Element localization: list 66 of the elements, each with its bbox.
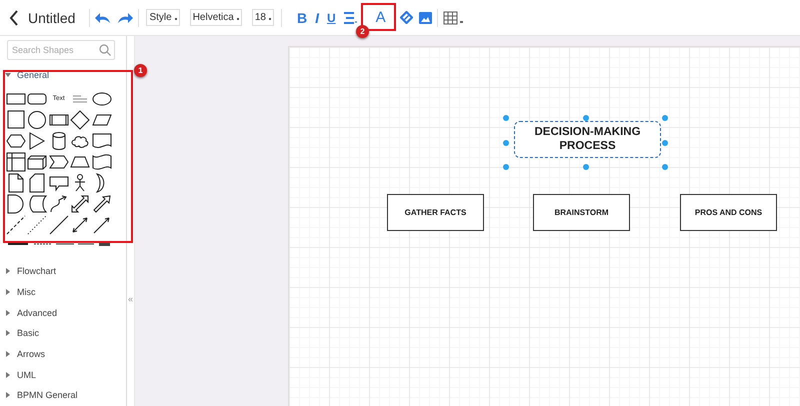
category-header[interactable]: UML [0, 364, 36, 386]
title-shape[interactable]: DECISION-MAKING PROCESS [514, 121, 661, 158]
process-box[interactable]: GATHER FACTS [387, 194, 484, 231]
undo-icon[interactable] [95, 12, 112, 24]
category-header[interactable]: Arrows [0, 344, 46, 364]
dotted-line-icon[interactable] [27, 214, 48, 234]
text-format-button[interactable]: B [294, 10, 310, 26]
line-styles-icon[interactable] [6, 241, 111, 247]
curved-arrow-icon[interactable] [48, 194, 69, 214]
caret-icon [5, 392, 11, 398]
caret-icon [5, 289, 11, 296]
search-icon [99, 44, 111, 56]
caret-icon [5, 72, 11, 78]
category-header[interactable]: Basic [0, 323, 40, 344]
font-color-button[interactable]: A [372, 9, 389, 26]
text-format-button[interactable]: U [324, 10, 339, 24]
document-title[interactable]: Untitled [28, 10, 76, 26]
text-format-button[interactable]: I [312, 10, 322, 26]
note-icon[interactable] [6, 172, 26, 192]
resize-handle[interactable] [503, 115, 509, 121]
step-badge: 2 [356, 25, 369, 38]
process-box[interactable]: PROS AND CONS [680, 194, 777, 231]
line-icon[interactable] [48, 214, 69, 234]
delay-icon[interactable] [6, 194, 26, 214]
align-icon[interactable] [342, 12, 357, 24]
font-size-dropdown[interactable]: 18 [252, 9, 274, 26]
font-dropdown[interactable]: Helvetica [190, 9, 242, 26]
caret-icon [5, 310, 11, 316]
tape-icon[interactable] [92, 152, 112, 172]
category-header[interactable]: General [0, 64, 50, 86]
style-dropdown[interactable]: Style [146, 9, 180, 26]
arrow-line-icon[interactable] [92, 214, 112, 234]
caret-icon [5, 268, 11, 274]
link-icon[interactable] [400, 11, 413, 24]
back-icon[interactable] [9, 10, 19, 26]
resize-handle[interactable] [662, 115, 668, 121]
category-header[interactable]: Flowchart [0, 261, 56, 282]
resize-handle[interactable] [662, 164, 668, 170]
resize-handle[interactable] [503, 164, 509, 170]
internal-storage-icon[interactable] [6, 152, 26, 172]
stored-data-icon[interactable] [27, 194, 48, 214]
double-headed-arrow-icon[interactable] [70, 214, 90, 234]
double-arrow-icon[interactable] [70, 194, 90, 214]
resize-handle[interactable] [582, 164, 588, 170]
resize-handle[interactable] [582, 115, 588, 121]
document-icon[interactable] [92, 130, 112, 150]
triangle-icon[interactable] [27, 130, 48, 150]
circle-icon[interactable] [27, 110, 48, 130]
resize-handle[interactable] [662, 140, 668, 146]
diamond-icon[interactable] [70, 110, 90, 130]
category-header[interactable]: Advanced [0, 302, 58, 324]
redo-icon[interactable] [117, 12, 134, 24]
resize-handle[interactable] [503, 140, 509, 146]
caret-icon [5, 372, 11, 378]
dashed-line-icon[interactable] [6, 214, 26, 234]
image-icon[interactable] [418, 12, 432, 24]
category-header[interactable]: Misc [0, 282, 36, 302]
arrow-icon[interactable] [92, 194, 112, 214]
card-icon[interactable] [27, 172, 48, 192]
process-box[interactable]: BRAINSTORM [533, 194, 630, 231]
square-icon[interactable] [6, 110, 26, 130]
caret-icon [5, 351, 11, 358]
search-field[interactable]: Search Shapes [7, 40, 115, 60]
table-icon[interactable] [442, 10, 463, 24]
caret-icon [5, 330, 11, 336]
category-header[interactable]: BPMN General [0, 385, 78, 406]
